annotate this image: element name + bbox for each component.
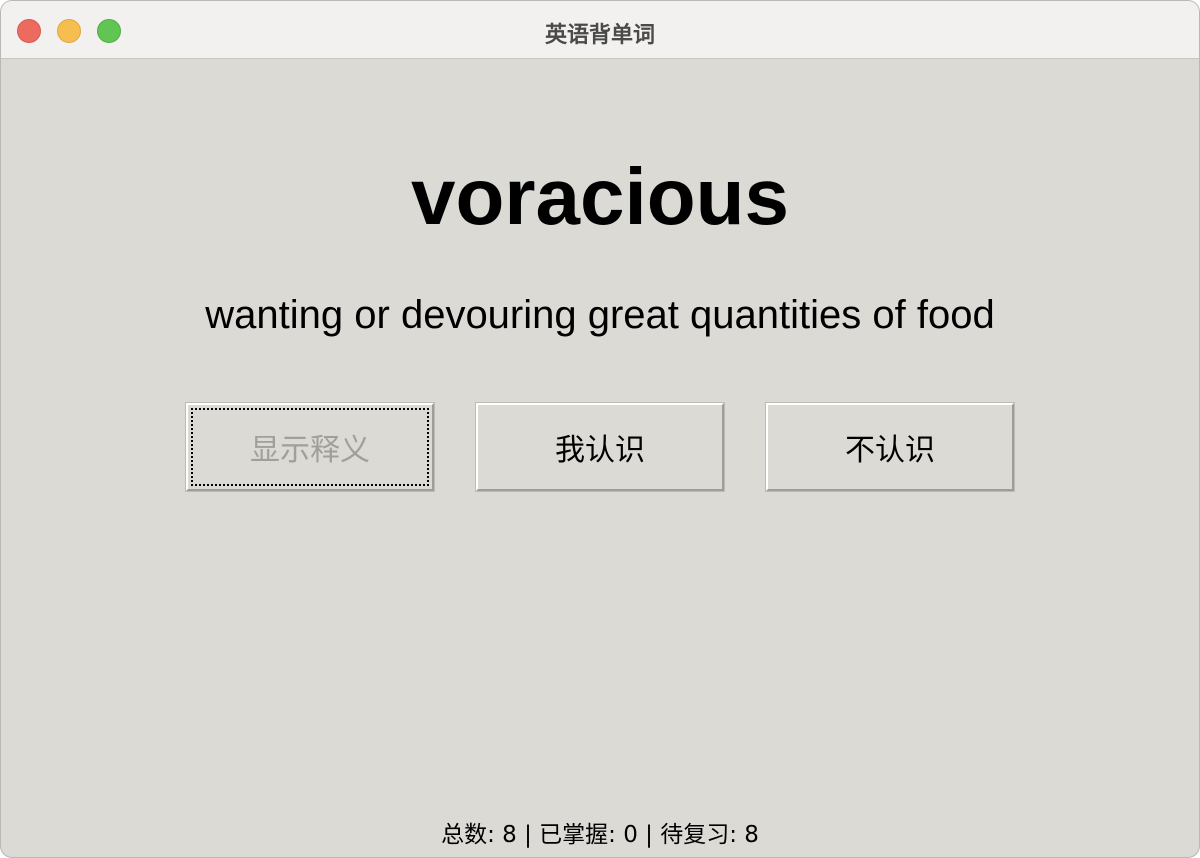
- window-title: 英语背单词: [544, 23, 655, 48]
- app-window: 英语背单词 voracious wanting or devouring gre…: [0, 0, 1200, 858]
- status-bar: 总数: 8 | 已掌握: 0 | 待复习: 8: [441, 822, 759, 848]
- title-bar[interactable]: 英语背单词: [1, 1, 1199, 59]
- show-meaning-button[interactable]: 显示释义: [186, 403, 434, 491]
- main-content: voracious wanting or devouring great qua…: [1, 59, 1199, 857]
- word-definition: wanting or devouring great quantities of…: [205, 293, 995, 337]
- dont-know-button[interactable]: 不认识: [766, 403, 1014, 491]
- vocabulary-word: voracious: [411, 152, 789, 241]
- know-button[interactable]: 我认识: [476, 403, 724, 491]
